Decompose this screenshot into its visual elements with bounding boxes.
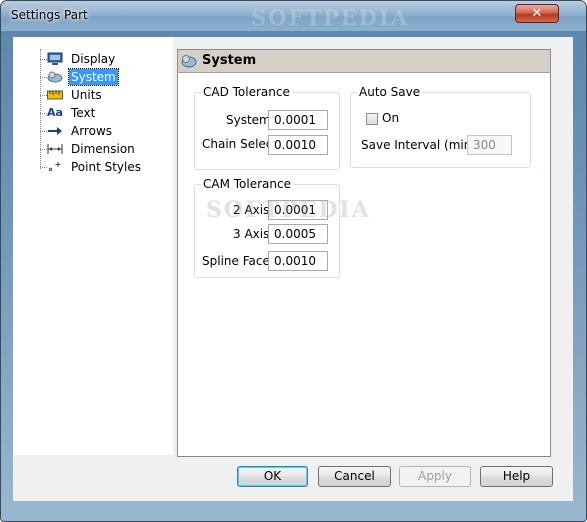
settings-window: SOFTPEDIA Settings Part ✕ Display System… xyxy=(0,0,587,522)
tree-connector xyxy=(40,131,47,132)
tree-connector xyxy=(40,59,47,60)
apply-button[interactable]: Apply xyxy=(399,466,471,487)
tree-connector xyxy=(40,95,47,96)
cancel-button[interactable]: Cancel xyxy=(318,466,391,487)
tree-item-label: Dimension xyxy=(71,142,135,156)
ok-button[interactable]: OK xyxy=(237,466,308,487)
tree-item-label: Arrows xyxy=(71,124,113,138)
tree-item-label: Display xyxy=(71,52,116,66)
window-title: Settings Part xyxy=(11,8,88,22)
spline-facet-input[interactable]: 0.0010 xyxy=(268,251,328,271)
three-axis-label: 3 Axis xyxy=(233,227,270,241)
three-axis-input[interactable]: 0.0005 xyxy=(268,224,328,244)
cad-tolerance-group: CAD Tolerance System 0.0001 Chain Select… xyxy=(194,85,340,170)
tree-connector xyxy=(40,149,47,150)
panel-header: System xyxy=(178,50,550,73)
system-icon xyxy=(47,71,63,83)
chain-select-label: Chain Select xyxy=(202,137,278,151)
settings-tree: Display System Units Aa Text Arrows Dime… xyxy=(13,37,173,455)
close-button[interactable]: ✕ xyxy=(515,4,559,23)
auto-save-on-checkbox[interactable] xyxy=(366,113,378,125)
display-icon xyxy=(47,52,63,65)
system-icon xyxy=(181,55,197,68)
center-watermark: SOFTPEDIA xyxy=(206,197,371,223)
auto-save-group: Auto Save On Save Interval (min.) 300 xyxy=(350,85,531,168)
arrows-icon xyxy=(48,127,62,135)
system-settings-panel: System CAD Tolerance System 0.0001 Chain… xyxy=(177,49,551,457)
tree-item-label: Units xyxy=(71,88,102,102)
tree-item-label: Point Styles xyxy=(71,160,142,174)
title-bar[interactable]: SOFTPEDIA Settings Part ✕ xyxy=(1,1,586,31)
help-button[interactable]: Help xyxy=(480,466,553,487)
system-tolerance-label: System xyxy=(226,113,271,127)
system-tolerance-input[interactable]: 0.0001 xyxy=(268,110,328,130)
group-title: Auto Save xyxy=(357,85,423,99)
units-icon xyxy=(47,90,63,100)
close-icon: ✕ xyxy=(531,6,543,21)
save-interval-label: Save Interval (min.) xyxy=(361,138,480,152)
chain-select-input[interactable]: 0.0010 xyxy=(268,135,328,155)
dialog-client-area: Display System Units Aa Text Arrows Dime… xyxy=(13,37,573,501)
spline-facet-label: Spline Facet xyxy=(202,254,275,268)
point-styles-icon xyxy=(48,162,61,172)
tree-item-label: Text xyxy=(71,106,96,120)
group-title: CAM Tolerance xyxy=(201,177,293,191)
group-title: CAD Tolerance xyxy=(201,85,292,99)
tree-connector xyxy=(40,167,47,168)
text-icon: Aa xyxy=(47,106,63,119)
save-interval-input[interactable]: 300 xyxy=(467,135,512,155)
tree-guide-line xyxy=(40,49,41,169)
auto-save-on-label: On xyxy=(382,111,400,125)
title-watermark: SOFTPEDIA xyxy=(251,5,410,30)
tree-connector xyxy=(40,113,47,114)
panel-title: System xyxy=(202,53,257,68)
tree-item-label: System xyxy=(68,68,119,86)
dimension-icon xyxy=(47,144,63,154)
tree-connector xyxy=(40,77,47,78)
